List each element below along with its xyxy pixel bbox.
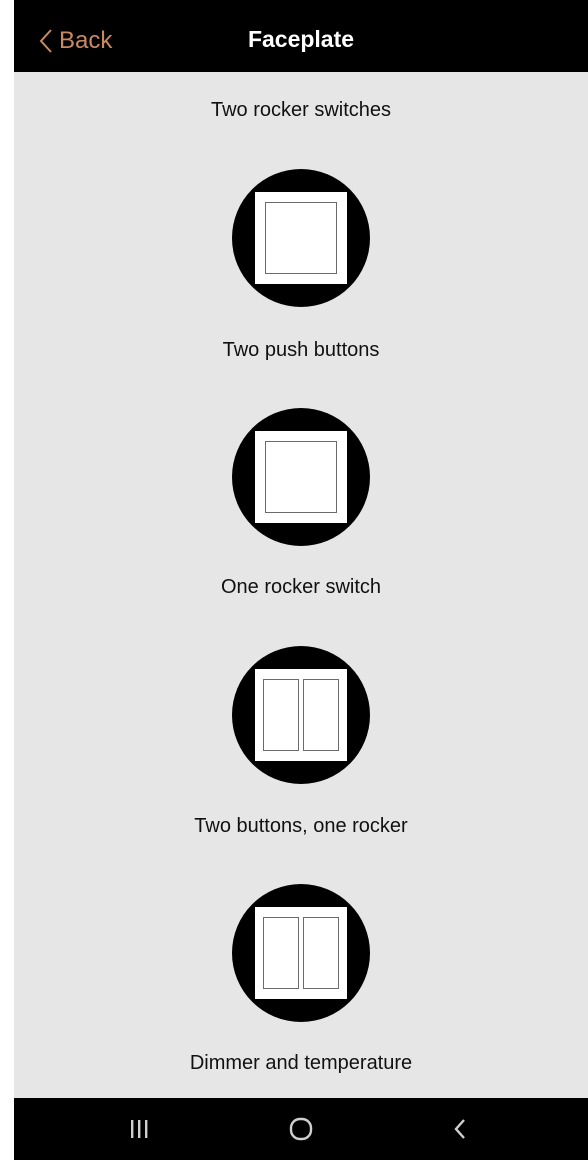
option-label[interactable]: Two rocker switches (14, 99, 588, 122)
faceplate-frame (255, 669, 347, 761)
page-title: Faceplate (247, 26, 355, 52)
faceplate-frame (255, 431, 347, 523)
rocker-left (263, 917, 299, 989)
faceplate-option[interactable] (232, 884, 370, 1022)
option-label[interactable]: Two push buttons (14, 339, 588, 362)
header-bar: Back Faceplate (14, 0, 588, 72)
faceplate-frame (255, 907, 347, 999)
rocker-key (265, 441, 337, 513)
home-icon[interactable] (286, 1114, 316, 1144)
option-label[interactable]: Two buttons, one rocker (14, 815, 588, 838)
option-label[interactable]: Dimmer and temperature (14, 1052, 588, 1075)
faceplate-frame (255, 192, 347, 284)
faceplate-option[interactable] (232, 646, 370, 784)
rocker-right (303, 917, 339, 989)
system-nav-bar (14, 1098, 588, 1160)
option-label[interactable]: One rocker switch (14, 576, 588, 599)
faceplate-option[interactable] (232, 169, 370, 307)
push-button-right (303, 679, 339, 751)
rocker-key (265, 202, 337, 274)
recent-apps-icon[interactable] (124, 1114, 154, 1144)
back-icon[interactable] (446, 1114, 476, 1144)
faceplate-option[interactable] (232, 408, 370, 546)
app-screen: Back Faceplate Two rocker switches Two p… (14, 0, 588, 1160)
push-button-left (263, 679, 299, 751)
